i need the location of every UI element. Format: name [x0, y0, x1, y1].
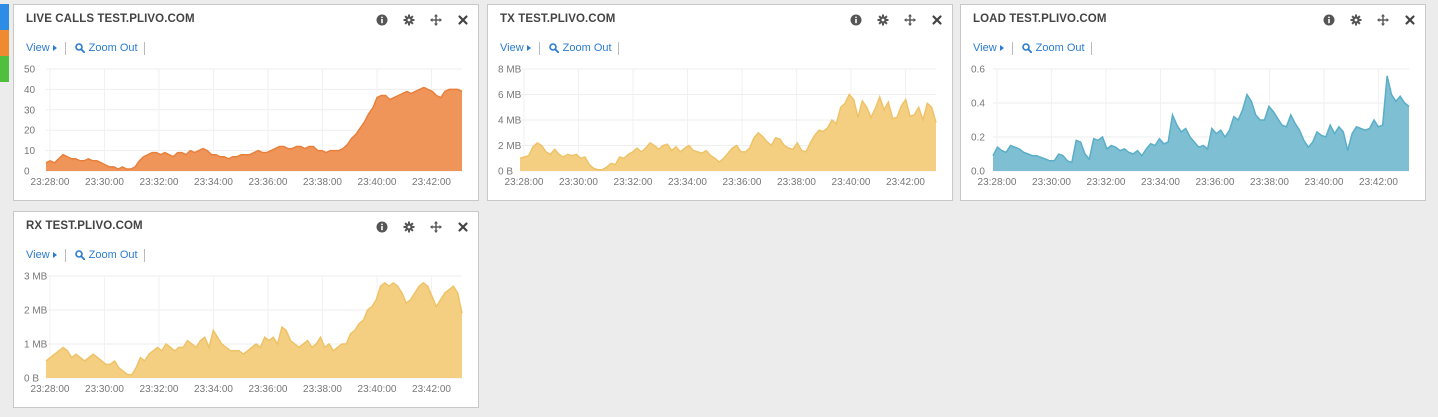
- y-tick-label: 50: [24, 65, 36, 76]
- y-tick-label: 1 MB: [24, 340, 48, 351]
- y-tick-label: 0 B: [24, 374, 39, 385]
- x-tick-label: 23:42:00: [1359, 177, 1398, 188]
- x-tick-label: 23:28:00: [31, 177, 70, 188]
- x-tick-label: 23:40:00: [832, 177, 871, 188]
- x-tick-label: 23:36:00: [723, 177, 762, 188]
- chart: 0 B 1 MB 2 MB 3 MB 23:28:00 23:30:00 23:32:00 2…: [24, 272, 463, 395]
- y-tick-label: 0: [24, 167, 30, 178]
- side-tab-green[interactable]: [0, 56, 9, 82]
- x-tick-label: 23:38:00: [777, 177, 816, 188]
- x-tick-label: 23:34:00: [194, 384, 233, 395]
- x-tick-label: 23:42:00: [412, 177, 451, 188]
- side-tabs: [0, 4, 9, 82]
- y-tick-label: 40: [24, 85, 36, 96]
- x-tick-label: 23:28:00: [505, 177, 544, 188]
- x-tick-label: 23:32:00: [140, 384, 179, 395]
- series-area: [993, 75, 1409, 171]
- x-tick-label: 23:36:00: [249, 177, 288, 188]
- x-tick-label: 23:38:00: [303, 177, 342, 188]
- x-tick-label: 23:42:00: [886, 177, 925, 188]
- y-tick-label: 3 MB: [24, 272, 48, 283]
- x-tick-label: 23:32:00: [140, 177, 179, 188]
- x-tick-label: 23:30:00: [1032, 177, 1071, 188]
- side-tab-blue[interactable]: [0, 4, 9, 30]
- chart: 0 B 2 MB 4 MB 6 MB 8 MB 23:28:00 23:30:00 23:32…: [498, 65, 937, 188]
- series-area: [46, 87, 462, 171]
- y-tick-label: 0 B: [498, 167, 513, 178]
- x-tick-label: 23:28:00: [31, 384, 70, 395]
- panel-live-calls: LIVE CALLS TEST.PLIVO.COM View Zoom Out 0 10…: [13, 4, 479, 201]
- x-tick-label: 23:36:00: [1196, 177, 1235, 188]
- x-tick-label: 23:32:00: [1087, 177, 1126, 188]
- chart: 0.0 0.2 0.4 0.6 23:28:00 23:30:00 23:32:00 23:3…: [971, 65, 1410, 188]
- side-tab-orange[interactable]: [0, 30, 9, 56]
- y-tick-label: 2 MB: [24, 306, 48, 317]
- y-tick-label: 0.4: [971, 99, 985, 110]
- x-tick-label: 23:34:00: [1141, 177, 1180, 188]
- y-tick-label: 0.6: [971, 65, 985, 76]
- y-tick-label: 2 MB: [498, 141, 522, 152]
- panel-load: LOAD TEST.PLIVO.COM View Zoom Out 0.0 0.2 0.4…: [960, 4, 1426, 201]
- x-tick-label: 23:36:00: [249, 384, 288, 395]
- y-tick-label: 4 MB: [498, 116, 522, 127]
- x-tick-label: 23:38:00: [1250, 177, 1289, 188]
- x-tick-label: 23:38:00: [303, 384, 342, 395]
- y-tick-label: 10: [24, 146, 36, 157]
- y-tick-label: 20: [24, 126, 36, 137]
- x-tick-label: 23:40:00: [358, 177, 397, 188]
- x-tick-label: 23:34:00: [194, 177, 233, 188]
- x-tick-label: 23:30:00: [559, 177, 598, 188]
- panel-rx: RX TEST.PLIVO.COM View Zoom Out 0 B1 MB 2 MB…: [13, 211, 479, 408]
- x-tick-label: 23:40:00: [358, 384, 397, 395]
- x-tick-label: 23:30:00: [85, 384, 124, 395]
- x-tick-label: 23:40:00: [1305, 177, 1344, 188]
- y-tick-label: 0.2: [971, 133, 985, 144]
- y-tick-label: 0.0: [971, 167, 985, 178]
- x-tick-label: 23:42:00: [412, 384, 451, 395]
- y-tick-label: 30: [24, 105, 36, 116]
- y-tick-label: 6 MB: [498, 90, 522, 101]
- x-tick-label: 23:30:00: [85, 177, 124, 188]
- x-tick-label: 23:32:00: [614, 177, 653, 188]
- panel-tx: TX TEST.PLIVO.COM View Zoom Out 0 B2 MB 4 MB…: [487, 4, 953, 201]
- x-tick-label: 23:28:00: [978, 177, 1017, 188]
- series-area: [520, 94, 936, 171]
- chart: 0 10 20 30 40 50 23:28:00 23:30:00 23:32:00 23:34…: [24, 65, 463, 188]
- y-tick-label: 8 MB: [498, 65, 522, 76]
- x-tick-label: 23:34:00: [668, 177, 707, 188]
